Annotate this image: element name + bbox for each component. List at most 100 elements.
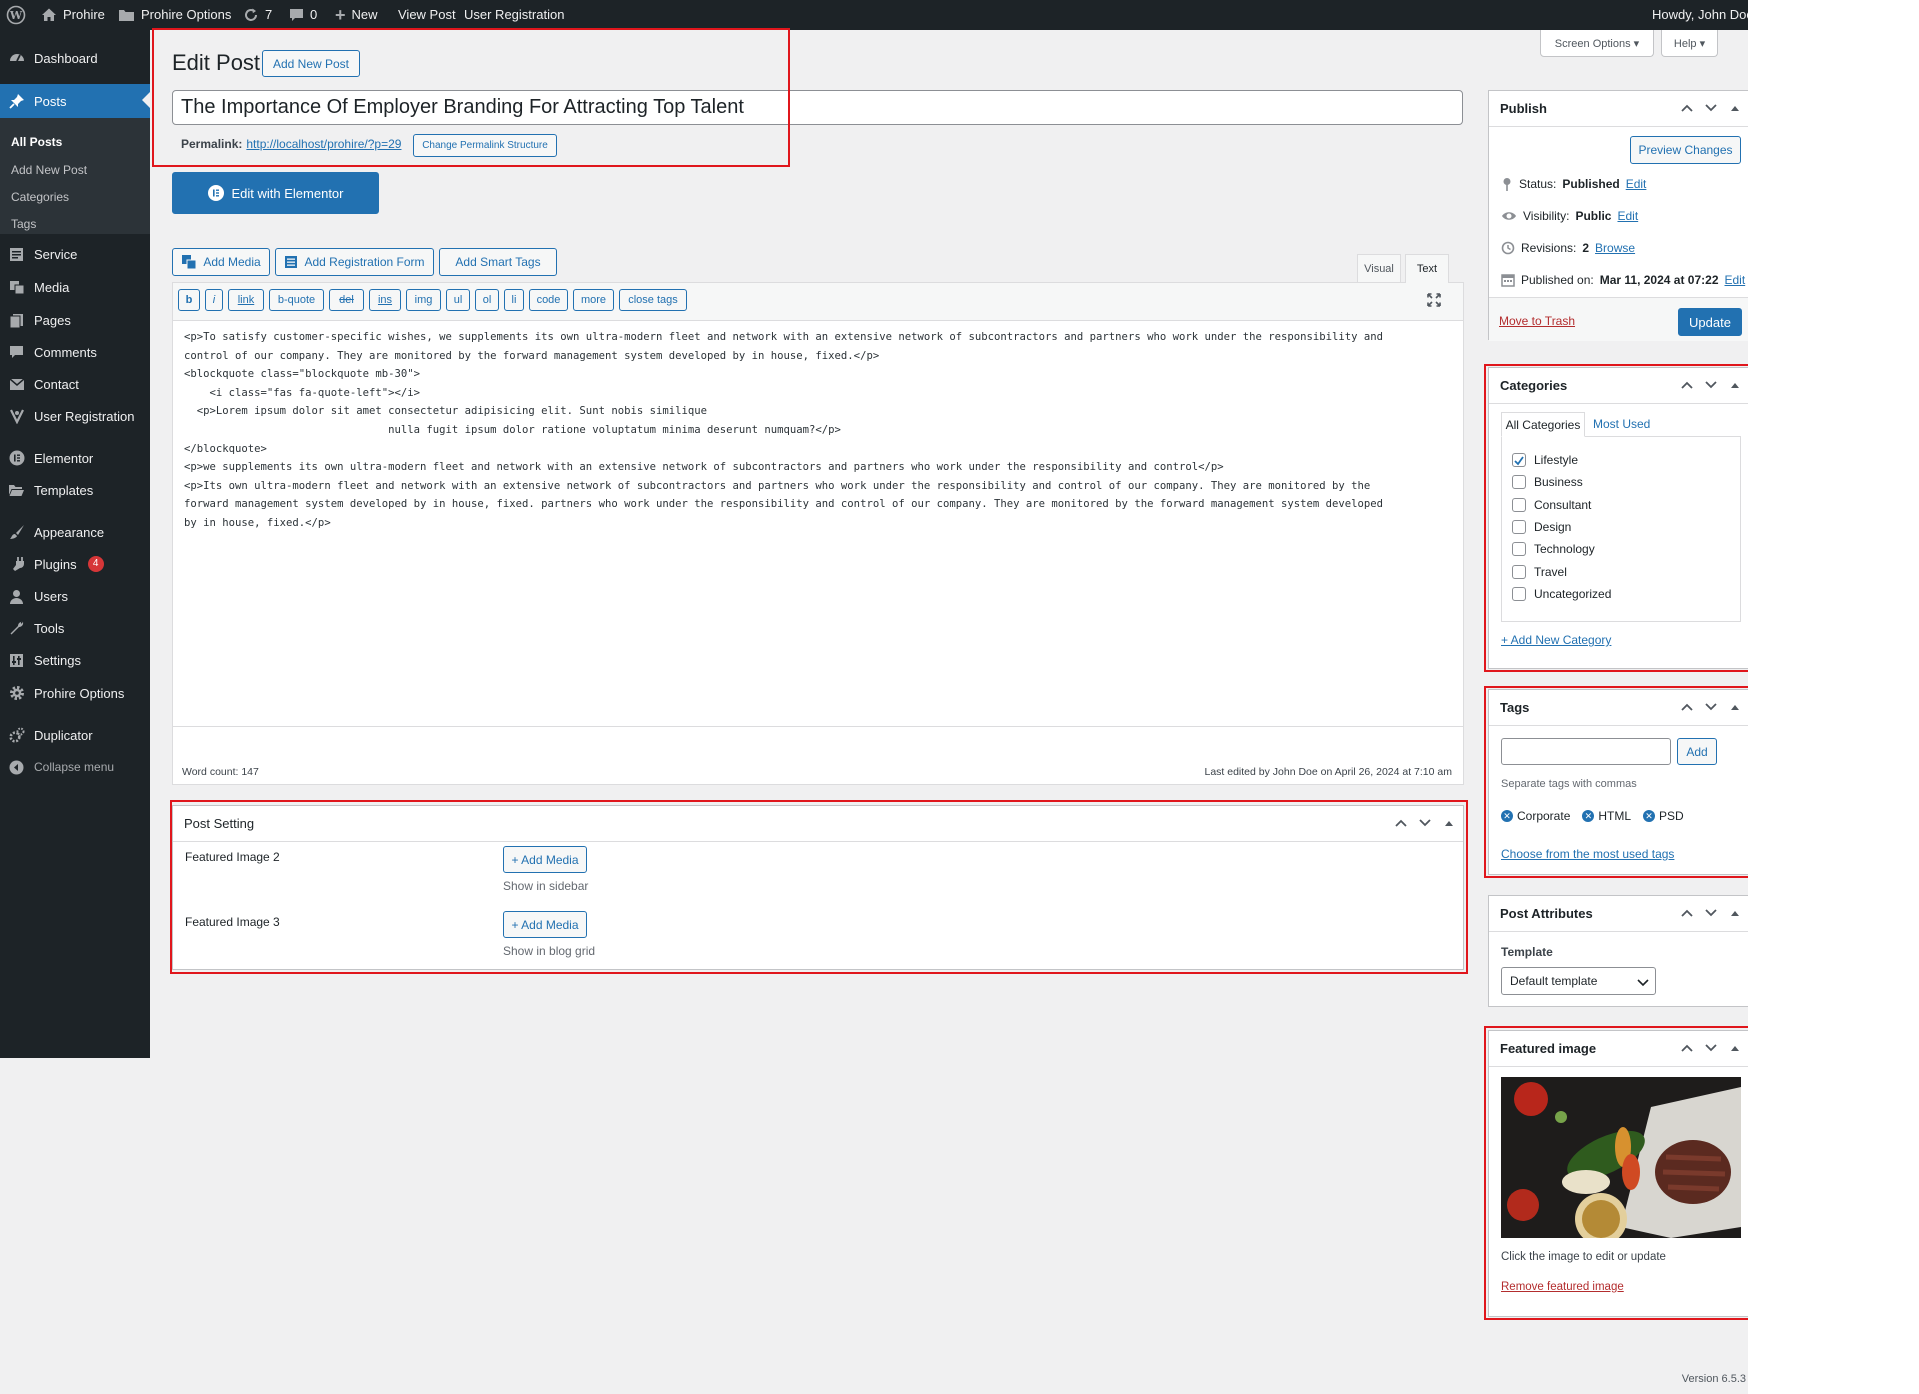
published-on-edit-link[interactable]: Edit [1725,273,1746,287]
menu-settings[interactable]: Settings [0,644,150,676]
submenu-add-new-post[interactable]: Add New Post [11,163,87,177]
remove-featured-image-link[interactable]: Remove featured image [1501,1281,1624,1293]
collapse-toggle-icon[interactable] [1441,815,1457,831]
collapse-toggle-icon[interactable] [1727,699,1743,715]
user-registration-link[interactable]: User Registration [464,0,564,30]
category-checkbox-consultant[interactable] [1512,498,1526,512]
update-button[interactable]: Update [1678,308,1742,336]
submenu-all-posts[interactable]: All Posts [11,135,62,149]
collapse-menu-button[interactable]: Collapse menu [0,751,150,783]
menu-media[interactable]: Media [0,271,150,303]
move-up-icon[interactable] [1679,699,1695,715]
collapse-toggle-icon[interactable] [1727,100,1743,116]
menu-elementor[interactable]: Elementor [0,442,150,474]
move-to-trash-link[interactable]: Move to Trash [1499,314,1575,328]
category-checkbox-business[interactable] [1512,475,1526,489]
category-checkbox-technology[interactable] [1512,542,1526,556]
updates-link[interactable]: 7 [243,0,272,30]
category-checkbox-uncategorized[interactable] [1512,587,1526,601]
menu-plugins[interactable]: Plugins 4 [0,548,150,580]
menu-contact[interactable]: Contact [0,368,150,400]
preview-changes-button[interactable]: Preview Changes [1630,136,1741,164]
qt-link-button[interactable]: link [228,289,264,311]
status-edit-link[interactable]: Edit [1626,177,1647,191]
move-up-icon[interactable] [1393,815,1409,831]
move-up-icon[interactable] [1679,377,1695,393]
qt-img-button[interactable]: img [406,289,441,311]
qt-ins-button[interactable]: ins [369,289,401,311]
add-new-category-link[interactable]: + Add New Category [1501,633,1611,647]
prohire-options-link[interactable]: Prohire Options [118,0,231,30]
move-down-icon[interactable] [1703,377,1719,393]
category-checkbox-design[interactable] [1512,520,1526,534]
comments-link[interactable]: 0 [289,0,317,30]
menu-pages[interactable]: Pages [0,304,150,336]
add-media-button[interactable]: Add Media [172,248,270,276]
featured-image-thumbnail[interactable] [1501,1077,1741,1245]
menu-tools[interactable]: Tools [0,612,150,644]
menu-dashboard[interactable]: Dashboard [0,42,150,74]
remove-tag-icon[interactable]: ✕ [1582,810,1595,822]
collapse-toggle-icon[interactable] [1727,377,1743,393]
featured-image-2-add-media-button[interactable]: + Add Media [503,846,587,873]
menu-users[interactable]: Users [0,580,150,612]
add-new-post-button[interactable]: Add New Post [262,50,360,77]
menu-prohire-options[interactable]: Prohire Options [0,677,150,709]
view-post-link[interactable]: View Post [398,0,456,30]
move-up-icon[interactable] [1679,905,1695,921]
qt-del-button[interactable]: del [329,289,364,311]
submenu-tags[interactable]: Tags [11,217,36,231]
add-smart-tags-button[interactable]: Add Smart Tags [439,248,557,276]
move-down-icon[interactable] [1417,815,1433,831]
menu-duplicator[interactable]: Duplicator [0,719,150,751]
menu-comments[interactable]: Comments [0,336,150,368]
new-content-link[interactable]: + New [335,0,378,30]
screen-options-button[interactable]: Screen Options ▾ [1540,30,1654,57]
edit-with-elementor-button[interactable]: Edit with Elementor [172,172,379,214]
revisions-browse-link[interactable]: Browse [1595,241,1635,255]
qt-more-button[interactable]: more [573,289,614,311]
add-tag-button[interactable]: Add [1677,738,1717,765]
add-registration-form-button[interactable]: Add Registration Form [275,248,434,276]
move-up-icon[interactable] [1679,1040,1695,1056]
category-checkbox-travel[interactable] [1512,565,1526,579]
featured-image-3-add-media-button[interactable]: + Add Media [503,911,587,938]
move-down-icon[interactable] [1703,100,1719,116]
submenu-categories[interactable]: Categories [11,190,69,204]
new-tag-input[interactable] [1501,738,1671,765]
move-down-icon[interactable] [1703,1040,1719,1056]
wordpress-logo-icon[interactable]: W [6,0,26,30]
move-down-icon[interactable] [1703,905,1719,921]
move-up-icon[interactable] [1679,100,1695,116]
qt-italic-button[interactable]: i [205,289,223,311]
tab-most-used[interactable]: Most Used [1593,417,1650,431]
menu-appearance[interactable]: Appearance [0,516,150,548]
move-down-icon[interactable] [1703,699,1719,715]
collapse-toggle-icon[interactable] [1727,905,1743,921]
post-title-input[interactable] [172,90,1463,125]
menu-posts[interactable]: Posts [0,84,150,118]
remove-tag-icon[interactable]: ✕ [1643,810,1656,822]
category-checkbox-lifestyle[interactable] [1512,453,1526,467]
permalink-url[interactable]: http://localhost/prohire/?p=29 [246,137,401,151]
help-button[interactable]: Help ▾ [1661,30,1718,57]
visibility-edit-link[interactable]: Edit [1617,209,1638,223]
choose-most-used-tags-link[interactable]: Choose from the most used tags [1501,847,1674,861]
tab-all-categories[interactable]: All Categories [1501,412,1585,437]
qt-ol-button[interactable]: ol [475,289,499,311]
template-select[interactable]: Default template [1501,967,1656,995]
tab-visual[interactable]: Visual [1357,254,1401,282]
qt-close-tags-button[interactable]: close tags [619,289,687,311]
qt-blockquote-button[interactable]: b-quote [269,289,324,311]
qt-code-button[interactable]: code [529,289,568,311]
site-name-link[interactable]: Prohire [41,0,105,30]
remove-tag-icon[interactable]: ✕ [1501,810,1513,822]
tab-text[interactable]: Text [1405,254,1449,283]
menu-user-registration[interactable]: User Registration [0,400,150,432]
account-menu[interactable]: Howdy, John Doe [1652,0,1748,30]
qt-ul-button[interactable]: ul [446,289,470,311]
fullscreen-icon[interactable] [1426,292,1442,308]
qt-li-button[interactable]: li [504,289,524,311]
qt-bold-button[interactable]: b [178,289,200,311]
menu-templates[interactable]: Templates [0,474,150,506]
